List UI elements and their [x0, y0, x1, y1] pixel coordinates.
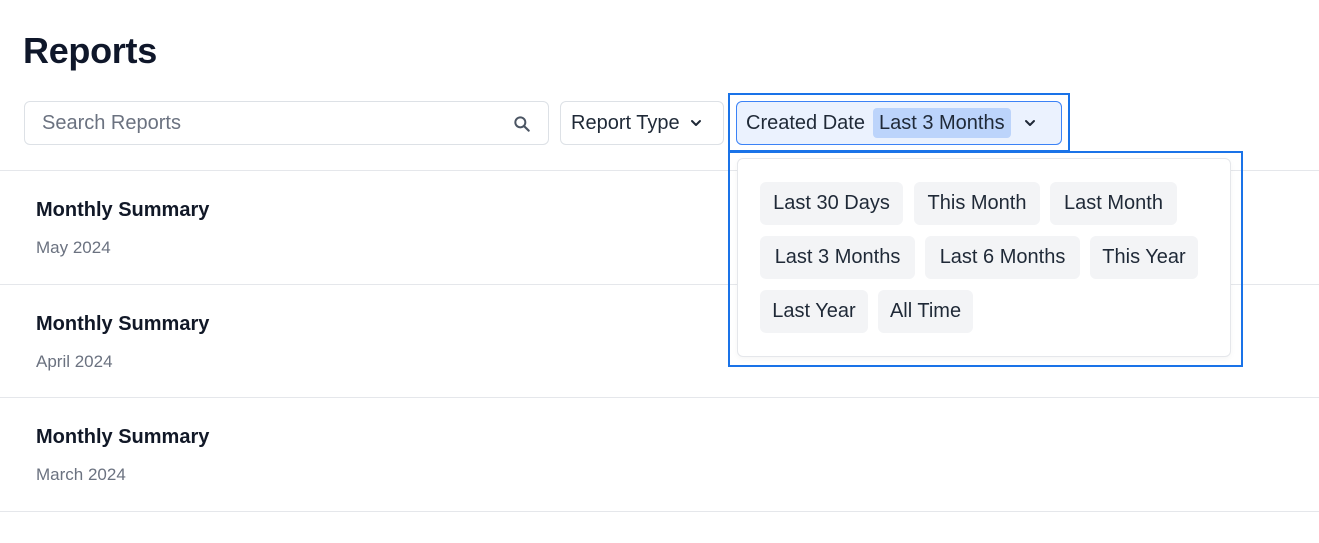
reports-page: Reports Report Type Created Date Last 3 …: [0, 0, 1319, 543]
date-option-this-month[interactable]: This Month: [914, 182, 1040, 225]
search-icon[interactable]: [512, 114, 532, 134]
date-option-last-year[interactable]: Last Year: [760, 290, 868, 333]
report-title: Monthly Summary: [36, 199, 210, 221]
date-option-this-year[interactable]: This Year: [1090, 236, 1198, 279]
chevron-down-icon: [1024, 120, 1035, 126]
date-option-last-30-days[interactable]: Last 30 Days: [760, 182, 903, 225]
page-title: Reports: [23, 30, 157, 71]
report-date: May 2024: [36, 238, 111, 257]
date-option-last-3-months[interactable]: Last 3 Months: [760, 236, 915, 279]
list-divider: [0, 511, 1319, 512]
search-box: [24, 101, 549, 145]
report-type-label: Report Type: [571, 111, 680, 134]
date-option-last-month[interactable]: Last Month: [1050, 182, 1177, 225]
report-type-filter[interactable]: Report Type: [560, 101, 724, 145]
created-date-label: Created Date: [746, 111, 865, 134]
created-date-filter[interactable]: Created Date Last 3 Months: [736, 101, 1062, 145]
search-input[interactable]: [25, 102, 548, 144]
report-row[interactable]: Monthly Summary March 2024: [0, 398, 1319, 511]
date-option-last-6-months[interactable]: Last 6 Months: [925, 236, 1080, 279]
report-date: March 2024: [36, 465, 126, 484]
chevron-down-icon: [690, 120, 701, 126]
selected-date-chip: Last 3 Months: [872, 108, 1011, 138]
report-title: Monthly Summary: [36, 313, 210, 335]
created-date-dropdown: Last 30 Days This Month Last Month Last …: [737, 158, 1231, 357]
report-title: Monthly Summary: [36, 426, 210, 448]
report-date: April 2024: [36, 352, 113, 371]
date-option-all-time[interactable]: All Time: [878, 290, 973, 333]
